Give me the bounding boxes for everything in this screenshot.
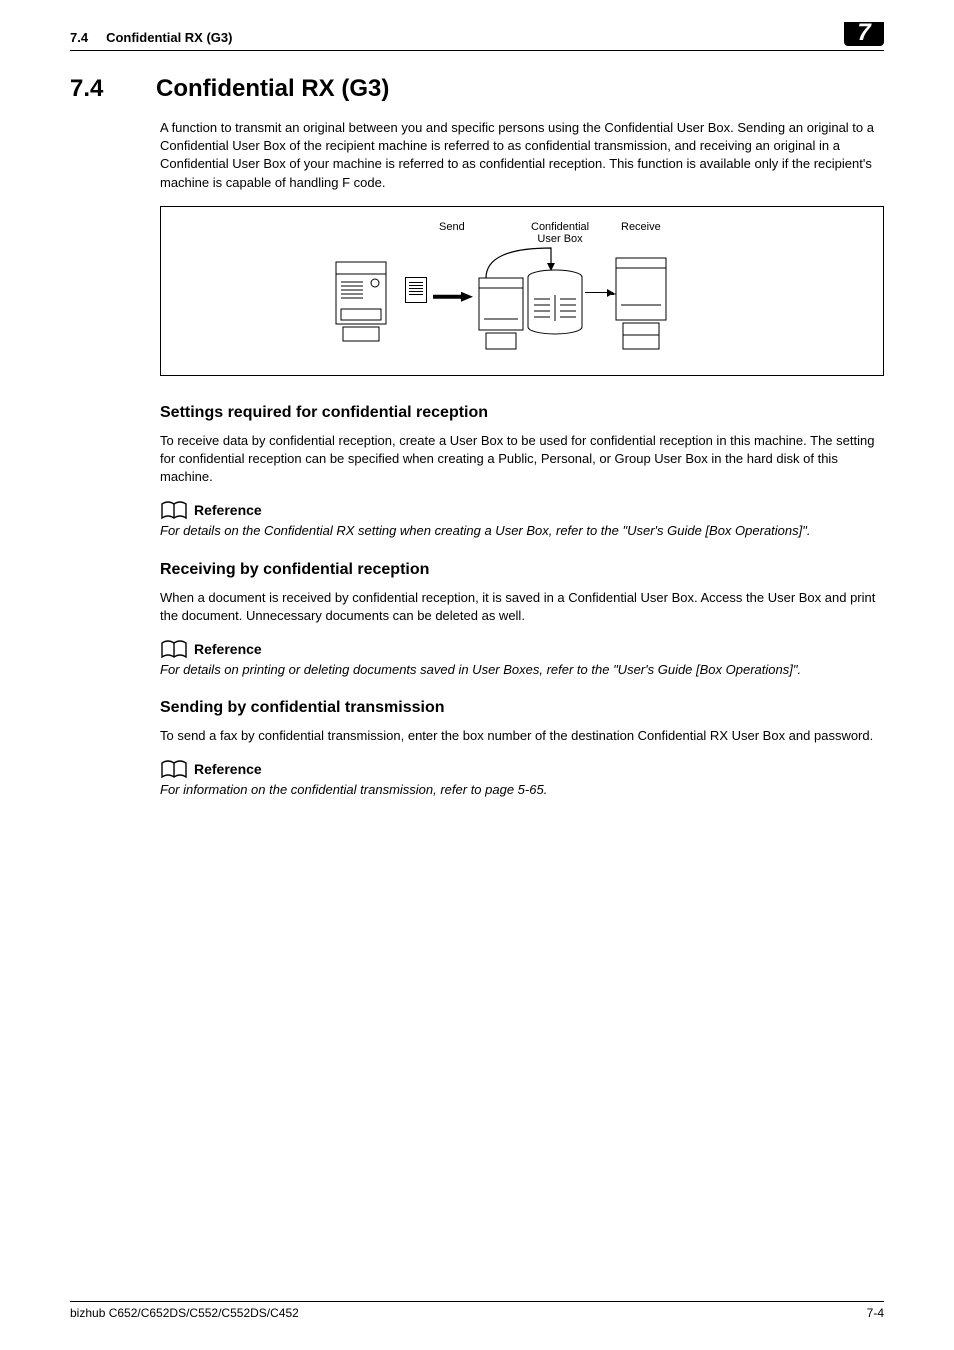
- reference-text-1: For details on the Confidential RX setti…: [160, 522, 884, 540]
- content-column: A function to transmit an original betwe…: [160, 119, 884, 799]
- intro-paragraph: A function to transmit an original betwe…: [160, 119, 884, 192]
- figure-box-label: Confidential User Box: [531, 221, 589, 245]
- chapter-tab: 7: [844, 22, 884, 46]
- receiving-heading: Receiving by confidential reception: [160, 561, 884, 579]
- reference-text-3: For information on the confidential tran…: [160, 781, 884, 799]
- section-title: Confidential RX (G3): [156, 75, 389, 103]
- reference-row-3: Reference: [160, 759, 884, 779]
- receive-arrow-icon: [585, 292, 613, 293]
- footer-model: bizhub C652/C652DS/C552/C552DS/C452: [70, 1306, 299, 1320]
- page-header: 7.4 Confidential RX (G3) 7: [70, 30, 884, 51]
- own-machine-icon: [476, 275, 526, 355]
- arrowhead-icon: [607, 289, 614, 297]
- chapter-number: 7: [857, 19, 870, 47]
- reference-book-icon: [160, 500, 188, 520]
- footer-page: 7-4: [867, 1306, 884, 1320]
- figure-receive-label: Receive: [621, 221, 661, 233]
- sending-heading: Sending by confidential transmission: [160, 699, 884, 717]
- reference-row-2: Reference: [160, 639, 884, 659]
- sender-machine-icon: [331, 257, 391, 347]
- receiving-body: When a document is received by confident…: [160, 589, 884, 625]
- send-arrow-icon: [433, 292, 473, 302]
- header-section-num: 7.4: [70, 30, 88, 45]
- reference-label-3: Reference: [194, 761, 262, 777]
- header-left: 7.4 Confidential RX (G3): [70, 30, 232, 45]
- reference-label-2: Reference: [194, 641, 262, 657]
- header-section-title: Confidential RX (G3): [106, 30, 232, 45]
- section-heading-row: 7.4 Confidential RX (G3): [70, 75, 884, 103]
- reference-book-icon: [160, 759, 188, 779]
- sending-body: To send a fax by confidential transmissi…: [160, 727, 884, 745]
- reference-label-1: Reference: [194, 502, 262, 518]
- reference-book-icon: [160, 639, 188, 659]
- document-icon: [405, 277, 427, 303]
- receiver-machine-icon: [611, 255, 671, 355]
- store-arrow-icon: [481, 243, 571, 286]
- settings-body: To receive data by confidential receptio…: [160, 432, 884, 487]
- section-number: 7.4: [70, 75, 130, 103]
- reference-text-2: For details on printing or deleting docu…: [160, 661, 884, 679]
- diagram-figure: Send Confidential User Box Receive: [160, 206, 884, 376]
- figure-send-label: Send: [439, 221, 465, 233]
- page-footer: bizhub C652/C652DS/C552/C552DS/C452 7-4: [70, 1301, 884, 1320]
- reference-row-1: Reference: [160, 500, 884, 520]
- settings-heading: Settings required for confidential recep…: [160, 404, 884, 422]
